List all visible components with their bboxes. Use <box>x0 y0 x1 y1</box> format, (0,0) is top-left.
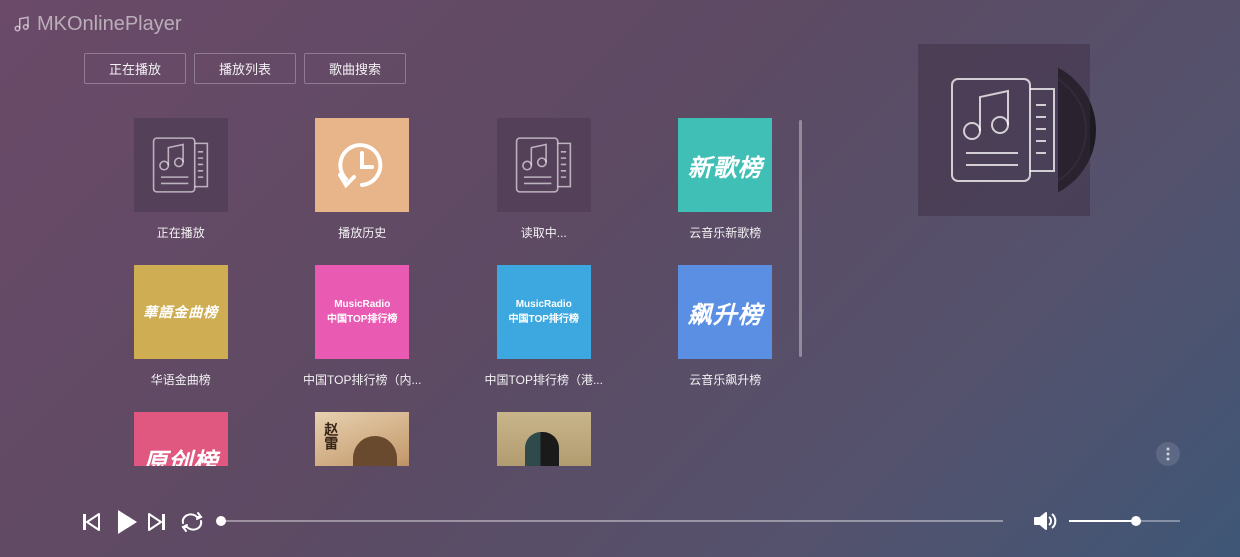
playlist-card-label: 华语金曲榜 <box>150 373 211 387</box>
volume-fill <box>1069 520 1136 522</box>
cover-photo <box>353 436 398 466</box>
playlist-card[interactable]: 原创榜 <box>90 406 272 466</box>
skip-previous-icon[interactable] <box>79 508 103 536</box>
cover-subtitle: 中国TOP排行榜 <box>327 314 398 325</box>
playlist-cover[interactable]: 赵雷 <box>315 412 410 466</box>
playlist-card-label: 读取中... <box>520 226 567 240</box>
playlist-card-label: 中国TOP排行榜（内... <box>303 373 422 387</box>
skip-next-icon[interactable] <box>145 508 169 536</box>
playlist-cover[interactable]: MusicRadio 中国TOP排行榜 <box>315 265 410 359</box>
music-list-icon <box>515 137 571 193</box>
cover-title: 飙升榜 <box>687 301 763 329</box>
playlist-card[interactable]: 飙升榜 云音乐飙升榜 <box>635 259 811 388</box>
music-note-icon <box>14 16 29 32</box>
volume-icon[interactable] <box>1033 510 1059 537</box>
playlist-cover[interactable]: 華語金曲榜 <box>133 265 228 359</box>
volume-slider[interactable] <box>1069 516 1180 526</box>
cover-title: 原创榜 <box>143 448 219 467</box>
album-art <box>918 44 1090 216</box>
cover-title: 赵雷 <box>323 422 340 450</box>
playlist-card[interactable]: MusicRadio 中国TOP排行榜中国TOP排行榜（港... <box>453 259 635 388</box>
playlist-cover[interactable] <box>496 412 591 466</box>
play-icon[interactable] <box>109 507 145 537</box>
volume-knob[interactable] <box>1130 516 1141 526</box>
cover-subtitle: 中国TOP排行榜 <box>508 314 579 325</box>
playlist-card-label: 播放历史 <box>338 226 387 240</box>
playlist-card[interactable]: 读取中... <box>453 112 635 241</box>
playlist-card[interactable]: 播放历史 <box>272 112 454 241</box>
playlist-cover[interactable]: 新歌榜 <box>678 118 773 212</box>
grid-scrollbar[interactable] <box>799 120 802 357</box>
playlist-card[interactable]: MusicRadio 中国TOP排行榜中国TOP排行榜（内... <box>272 259 454 388</box>
history-icon <box>338 143 383 189</box>
app-logo: MKOnlinePlayer <box>13 12 182 36</box>
playlist-cover[interactable]: 原创榜 <box>133 412 228 467</box>
playlist-card[interactable]: 新歌榜 云音乐新歌榜 <box>635 112 811 241</box>
playlist-card[interactable]: 正在播放 <box>90 112 272 241</box>
app-title: MKOnlinePlayer <box>37 12 182 35</box>
cover-title: MusicRadio <box>515 299 572 310</box>
cover-title: 新歌榜 <box>687 154 763 182</box>
tab-playlist[interactable]: 播放列表 <box>194 53 297 84</box>
playlist-cover[interactable]: MusicRadio 中国TOP排行榜 <box>496 265 591 359</box>
playlist-cover[interactable]: 飙升榜 <box>678 265 773 359</box>
playlist-grid: 正在播放 播放历史 读取中... 新歌榜 云音乐新歌榜 華語金曲榜 华语金曲榜 MusicRa… <box>90 112 810 466</box>
playlist-card-label: 中国TOP排行榜（港... <box>484 373 603 387</box>
playlist-card[interactable] <box>453 406 635 466</box>
player-controls <box>79 507 207 537</box>
playlist-card-label: 正在播放 <box>156 226 205 240</box>
playlist-cover[interactable] <box>496 118 591 212</box>
music-list-icon <box>951 78 1055 182</box>
playlist-cover[interactable] <box>315 118 410 212</box>
cover-title: MusicRadio <box>334 299 391 310</box>
playlist-card[interactable]: 華語金曲榜华语金曲榜 <box>90 259 272 388</box>
tab-search[interactable]: 歌曲搜索 <box>304 53 407 84</box>
cover-photo <box>524 432 559 466</box>
playlist-card-label: 云音乐飙升榜 <box>689 373 762 387</box>
tab-now-playing[interactable]: 正在播放 <box>84 53 187 84</box>
progress-bar[interactable] <box>216 516 1003 526</box>
cover-title: 華語金曲榜 <box>143 304 219 320</box>
music-list-icon <box>152 137 208 193</box>
loop-icon[interactable] <box>177 508 207 536</box>
tab-bar: 正在播放 播放列表 歌曲搜索 <box>84 53 407 84</box>
progress-knob[interactable] <box>216 516 226 526</box>
more-vertical-icon[interactable] <box>1156 442 1180 466</box>
playlist-card-label: 云音乐新歌榜 <box>689 226 762 240</box>
playlist-card[interactable]: 赵雷 <box>272 406 454 466</box>
playlist-cover[interactable] <box>133 118 228 212</box>
